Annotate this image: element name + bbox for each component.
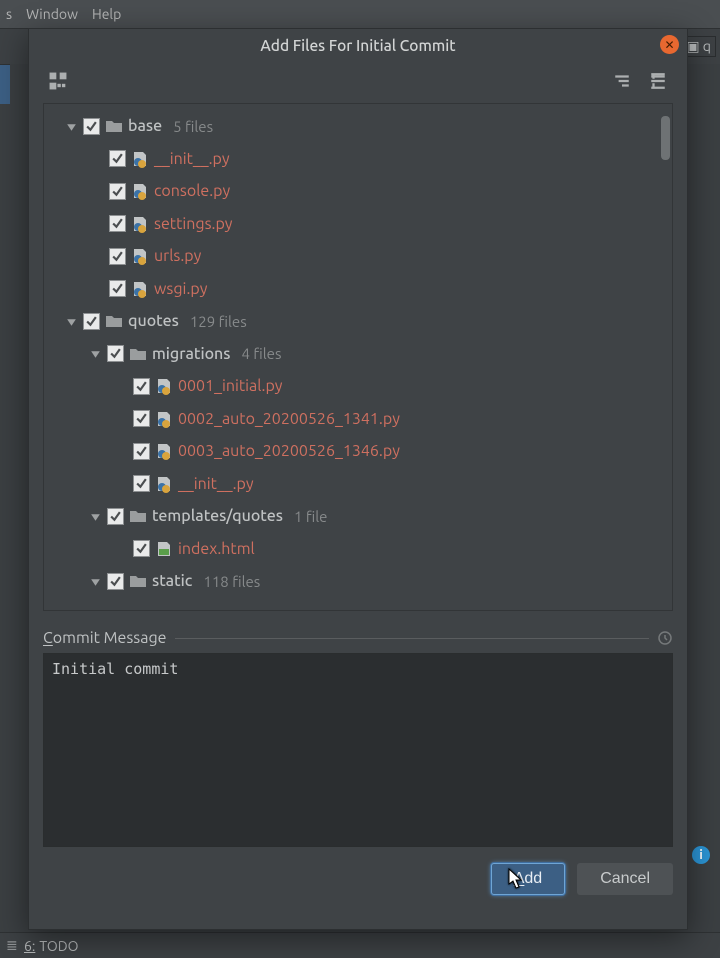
chevron-down-icon[interactable] [89, 347, 102, 360]
chevron-down-icon[interactable] [89, 575, 102, 588]
folder-name: quotes [128, 312, 179, 330]
checkbox[interactable] [83, 118, 100, 135]
tree-file[interactable]: __init__.py [44, 468, 672, 501]
python-file-icon [131, 280, 149, 298]
checkbox[interactable] [109, 183, 126, 200]
python-file-icon [155, 475, 173, 493]
python-file-icon [155, 410, 173, 428]
tree-file[interactable]: console.py [44, 175, 672, 208]
file-name: wsgi.py [154, 280, 207, 298]
checkbox[interactable] [109, 280, 126, 297]
checkbox[interactable] [133, 410, 150, 427]
file-count: 4 files [242, 345, 282, 362]
tree-file[interactable]: index.html [44, 533, 672, 566]
file-name: urls.py [154, 247, 201, 265]
python-file-icon [131, 215, 149, 233]
python-file-icon [131, 247, 149, 265]
q-icon-glyph: ▣ [686, 38, 699, 54]
checkbox[interactable] [133, 378, 150, 395]
commit-message-input[interactable] [43, 653, 673, 847]
commit-message-label: Commit Message [43, 629, 167, 647]
folder-icon [105, 117, 123, 135]
python-file-icon [155, 442, 173, 460]
folder-name: migrations [152, 345, 231, 363]
scrollbar-thumb[interactable] [661, 116, 670, 160]
python-file-icon [155, 377, 173, 395]
dialog-toolbar [29, 61, 687, 101]
add-button[interactable]: Add [491, 863, 565, 895]
add-files-dialog: Add Files For Initial Commit ✕ base 5 fil… [28, 28, 688, 930]
list-icon: ≣ [6, 937, 18, 954]
file-name: 0002_auto_20200526_1341.py [178, 410, 400, 428]
folder-icon [129, 507, 147, 525]
tree-folder[interactable]: migrations 4 files [44, 338, 672, 371]
menubar-item[interactable]: s [6, 6, 12, 22]
tree-folder[interactable]: templates/quotes 1 file [44, 500, 672, 533]
file-name: 0003_auto_20200526_1346.py [178, 442, 400, 460]
checkbox[interactable] [107, 508, 124, 525]
dialog-title: Add Files For Initial Commit [260, 37, 455, 54]
tree-file[interactable]: __init__.py [44, 143, 672, 176]
file-count: 5 files [173, 118, 213, 135]
python-file-icon [131, 150, 149, 168]
checkbox[interactable] [83, 313, 100, 330]
tree-folder[interactable]: static 118 files [44, 565, 672, 598]
folder-icon [129, 345, 147, 363]
dialog-button-row: Add Cancel [29, 847, 687, 895]
tree-file[interactable]: 0003_auto_20200526_1346.py [44, 435, 672, 468]
dialog-titlebar: Add Files For Initial Commit ✕ [29, 29, 687, 61]
collapse-all-icon[interactable] [647, 70, 669, 92]
folder-name: templates/quotes [152, 507, 283, 525]
history-icon[interactable] [657, 630, 673, 646]
menubar-item[interactable]: Window [26, 6, 78, 22]
file-name: index.html [178, 540, 255, 558]
expand-all-icon[interactable] [611, 70, 633, 92]
file-name: __init__.py [178, 475, 254, 493]
footer-todo-label[interactable]: TODO [39, 938, 78, 954]
cancel-button[interactable]: Cancel [577, 863, 673, 895]
file-count: 118 files [203, 573, 260, 590]
checkbox[interactable] [109, 215, 126, 232]
menubar-item[interactable]: Help [92, 6, 121, 22]
file-name: __init__.py [154, 150, 230, 168]
file-count: 129 files [190, 313, 247, 330]
checkbox[interactable] [133, 443, 150, 460]
footer-todo-num[interactable]: 6: [24, 938, 35, 954]
file-tree[interactable]: base 5 files __init__.py console.py settings… [43, 103, 673, 611]
folder-name: base [128, 117, 162, 135]
folder-icon [105, 312, 123, 330]
file-count: 1 file [294, 508, 327, 525]
checkbox[interactable] [107, 573, 124, 590]
checkbox[interactable] [133, 475, 150, 492]
ide-side-highlight [0, 64, 10, 104]
checkbox[interactable] [133, 540, 150, 557]
file-name: console.py [154, 182, 230, 200]
group-by-icon[interactable] [47, 70, 69, 92]
html-file-icon [155, 540, 173, 558]
tree-file[interactable]: settings.py [44, 208, 672, 241]
checkbox[interactable] [107, 345, 124, 362]
close-icon[interactable]: ✕ [660, 35, 679, 54]
ide-footer: ≣ 6: TODO [0, 932, 720, 958]
file-name: 0001_initial.py [178, 377, 282, 395]
tree-folder[interactable]: base 5 files [44, 110, 672, 143]
checkbox[interactable] [109, 150, 126, 167]
tree-file[interactable]: 0002_auto_20200526_1341.py [44, 403, 672, 436]
folder-name: static [152, 572, 192, 590]
file-name: settings.py [154, 215, 233, 233]
tree-file[interactable]: wsgi.py [44, 273, 672, 306]
commit-message-label-row: Commit Message [43, 629, 673, 647]
tree-folder[interactable]: quotes 129 files [44, 305, 672, 338]
chevron-down-icon[interactable] [65, 315, 78, 328]
tree-file[interactable]: urls.py [44, 240, 672, 273]
folder-icon [129, 572, 147, 590]
checkbox[interactable] [109, 248, 126, 265]
ide-menubar: s Window Help [0, 0, 720, 28]
chevron-down-icon[interactable] [89, 510, 102, 523]
info-icon[interactable]: i [692, 846, 710, 864]
chevron-down-icon[interactable] [65, 120, 78, 133]
python-file-icon [131, 182, 149, 200]
tree-file[interactable]: 0001_initial.py [44, 370, 672, 403]
